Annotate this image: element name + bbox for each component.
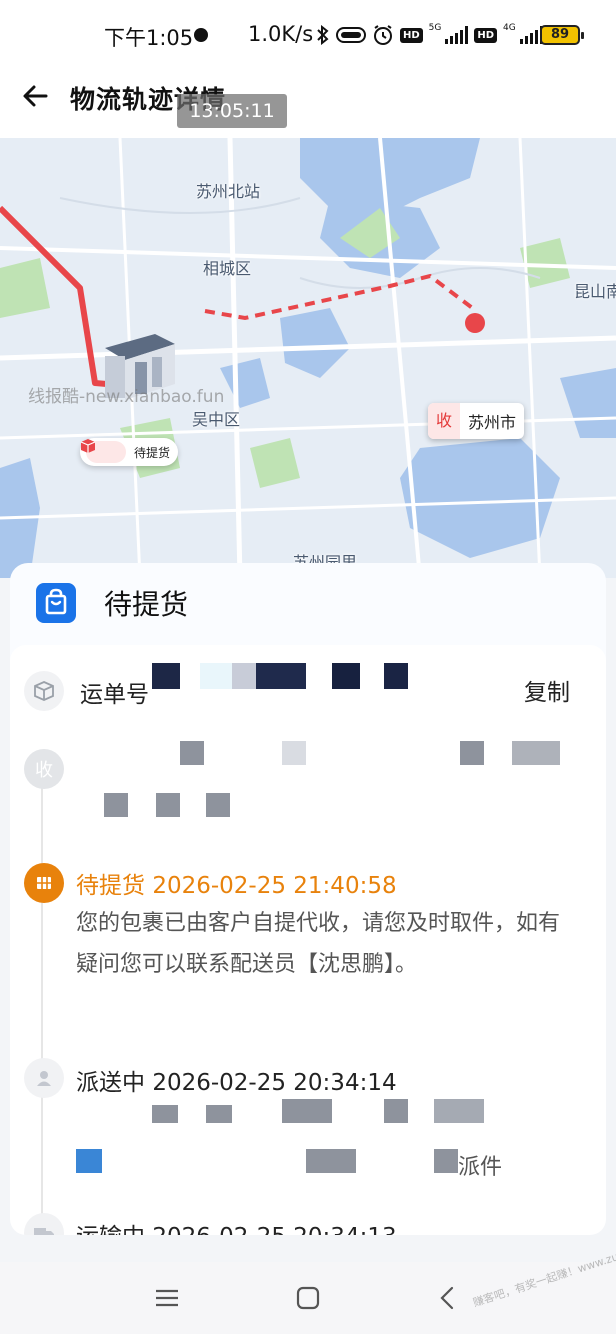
signal-icon bbox=[445, 26, 469, 44]
courier-person-icon bbox=[24, 1058, 64, 1098]
logistics-map[interactable]: 苏州北站 相城区 昆山南 吴中区 苏州园里 待提货 收 苏州市 线报酷-new.… bbox=[0, 138, 616, 578]
system-nav-bar bbox=[0, 1262, 616, 1334]
watermark: 线报酷-new.xianbao.fun bbox=[28, 387, 225, 407]
map-label: 昆山南 bbox=[574, 282, 616, 301]
waybill-label: 运单号 bbox=[80, 682, 149, 708]
redacted-block bbox=[282, 1099, 332, 1123]
detail-card: 运单号 复制 收 待提货 2026-02-25 21:40:58 您的包裹已由客… bbox=[10, 645, 606, 1235]
destination-pin-icon bbox=[465, 313, 485, 333]
event-status: 派送中 bbox=[76, 1070, 145, 1096]
home-icon[interactable] bbox=[292, 1282, 324, 1314]
redacted-block bbox=[152, 663, 180, 689]
redacted-block bbox=[156, 793, 180, 817]
redacted-block bbox=[434, 1149, 458, 1173]
partial-text: 派件 bbox=[458, 1155, 503, 1180]
receiver-badge: 收 bbox=[24, 749, 64, 789]
map-label: 苏州北站 bbox=[196, 182, 261, 201]
locker-grid-icon bbox=[24, 863, 64, 903]
copy-button[interactable]: 复制 bbox=[524, 673, 570, 707]
menu-icon[interactable] bbox=[151, 1282, 183, 1314]
event-header: 运输中 2026-02-25 20:34:13 bbox=[76, 1217, 397, 1235]
bluetooth-icon bbox=[317, 25, 329, 45]
redacted-block bbox=[152, 1105, 178, 1123]
sim1-generation: 5G bbox=[428, 23, 442, 33]
redacted-block bbox=[206, 793, 230, 817]
shopping-bag-icon bbox=[36, 583, 76, 623]
event-header: 待提货 2026-02-25 21:40:58 bbox=[76, 866, 397, 900]
net-speed: 1.0K/s bbox=[248, 22, 314, 46]
redacted-block bbox=[306, 1149, 356, 1173]
battery-icon: 89 bbox=[540, 25, 584, 45]
event-status: 运输中 bbox=[76, 1224, 145, 1235]
redacted-block bbox=[460, 741, 484, 765]
redacted-block bbox=[384, 1099, 408, 1123]
event-status: 待提货 bbox=[76, 873, 145, 899]
redacted-block bbox=[206, 1105, 232, 1123]
package-box-icon bbox=[24, 671, 64, 711]
back-icon[interactable] bbox=[432, 1282, 464, 1314]
truck-icon bbox=[24, 1213, 64, 1235]
status-icons: HD 5G HD 4G bbox=[316, 22, 543, 48]
notification-dot-icon bbox=[194, 28, 208, 42]
map-label: 相城区 bbox=[203, 259, 252, 278]
redacted-block bbox=[434, 1099, 484, 1123]
receive-badge: 收 bbox=[428, 403, 461, 439]
redacted-block bbox=[104, 793, 128, 817]
hd-badge-icon: HD bbox=[474, 27, 498, 43]
toggle-icon bbox=[336, 27, 366, 43]
redacted-block bbox=[180, 741, 204, 765]
map-label: 吴中区 bbox=[192, 410, 241, 429]
event-datetime: 2026-02-25 20:34:13 bbox=[152, 1224, 396, 1235]
event-datetime: 2026-02-25 21:40:58 bbox=[152, 873, 397, 899]
destination-marker[interactable]: 收 苏州市 bbox=[428, 403, 525, 439]
event-description: 您的包裹已由客户自提代收，请您及时取件，如有疑问您可以联系配送员【沈思鹏】。 bbox=[76, 911, 561, 977]
redacted-block bbox=[384, 663, 408, 689]
screenshot-time-overlay: 13:05:11 bbox=[177, 94, 287, 128]
status-title: 待提货 bbox=[104, 588, 189, 621]
pickup-tag-label: 待提货 bbox=[134, 445, 171, 460]
hd-badge-icon: HD bbox=[400, 27, 423, 43]
status-time: 下午1:05 bbox=[104, 26, 194, 50]
status-bar: 下午1:05 1.0K/s HD 5G HD 4G 89 bbox=[0, 0, 616, 66]
timeline-line bbox=[41, 785, 43, 1215]
map-canvas bbox=[0, 138, 616, 578]
redacted-block bbox=[232, 663, 256, 689]
redacted-block bbox=[282, 741, 306, 765]
parcel-icon bbox=[80, 439, 126, 463]
alarm-icon bbox=[374, 25, 392, 45]
back-arrow-icon[interactable] bbox=[18, 78, 54, 114]
destination-city: 苏州市 bbox=[468, 413, 517, 432]
redacted-block bbox=[512, 741, 560, 765]
redacted-block bbox=[332, 663, 360, 689]
event-header: 派送中 2026-02-25 20:34:14 bbox=[76, 1063, 397, 1097]
page-header: 物流轨迹详情 bbox=[0, 66, 616, 138]
event-datetime: 2026-02-25 20:34:14 bbox=[152, 1070, 397, 1096]
redacted-block bbox=[76, 1149, 102, 1173]
pickup-marker[interactable]: 待提货 bbox=[80, 438, 179, 466]
redacted-block bbox=[256, 663, 306, 689]
sim2-generation: 4G bbox=[503, 23, 516, 33]
